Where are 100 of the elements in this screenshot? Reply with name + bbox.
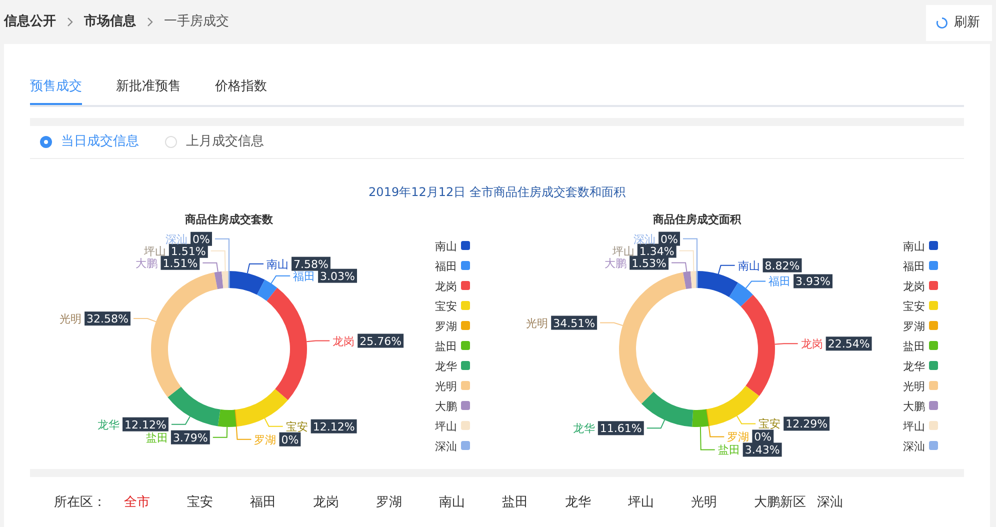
slice-label: 龙岗 — [800, 338, 823, 351]
value-label: 3.79% — [170, 430, 210, 444]
leader-line — [270, 275, 291, 284]
legend-swatch[interactable] — [461, 321, 470, 330]
legend-swatch[interactable] — [461, 441, 470, 450]
breadcrumb-item[interactable]: 市场信息 — [84, 13, 136, 31]
legend-label[interactable]: 深汕 — [435, 440, 457, 453]
value-label: 12.12% — [122, 417, 168, 432]
legend-label[interactable]: 宝安 — [903, 300, 925, 313]
leader-line — [718, 264, 736, 274]
leader-line — [133, 318, 156, 322]
refresh-button[interactable]: 刷新 — [926, 5, 992, 41]
legend-swatch[interactable] — [461, 381, 470, 390]
slice-label: 宝安 — [286, 420, 308, 434]
slice-label: 南山 — [738, 259, 760, 272]
legend-label[interactable]: 光明 — [435, 380, 457, 393]
legend-swatch[interactable] — [929, 301, 938, 310]
legend-label[interactable]: 罗湖 — [903, 320, 925, 333]
legend-label[interactable]: 南山 — [903, 240, 925, 253]
legend-label[interactable]: 坪山 — [903, 420, 925, 433]
legend-swatch[interactable] — [461, 241, 470, 250]
legend-swatch[interactable] — [461, 401, 470, 410]
district-option[interactable]: 大鹏新区 — [754, 494, 817, 512]
legend-label[interactable]: 龙华 — [435, 360, 457, 373]
legend-label[interactable]: 罗湖 — [435, 320, 457, 333]
legend-swatch[interactable] — [461, 421, 470, 430]
slice-label: 坪山 — [144, 244, 166, 258]
district-option[interactable]: 坪山 — [628, 494, 691, 512]
leader-line — [774, 343, 798, 345]
legend-label[interactable]: 大鹏 — [435, 400, 457, 413]
legend-swatch[interactable] — [461, 301, 470, 310]
leader-line — [600, 322, 624, 326]
legend-swatch[interactable] — [929, 321, 938, 330]
legend-swatch[interactable] — [929, 241, 938, 250]
legend-label[interactable]: 龙岗 — [903, 280, 925, 293]
value-label: 8.82% — [762, 258, 802, 272]
chart-title: 商品住房成交面积 — [653, 213, 741, 226]
slice-label: 南山 — [266, 258, 289, 271]
legend-swatch[interactable] — [461, 261, 470, 270]
leader-line — [736, 415, 756, 424]
legend-swatch[interactable] — [929, 261, 938, 270]
legend-label[interactable]: 光明 — [903, 380, 925, 393]
district-option[interactable]: 光明 — [691, 494, 754, 512]
breadcrumb-item[interactable]: 信息公开 — [4, 13, 56, 31]
value-label: 34.51% — [551, 316, 598, 330]
leader-line — [745, 280, 766, 289]
legend-label[interactable]: 深汕 — [903, 440, 925, 453]
legend-label[interactable]: 宝安 — [435, 300, 457, 313]
legend-label[interactable]: 坪山 — [435, 420, 457, 433]
legend-swatch[interactable] — [929, 421, 938, 430]
slice-label: 龙华 — [98, 418, 120, 432]
value-label: 22.54% — [826, 336, 872, 351]
district-option[interactable]: 宝安 — [187, 494, 250, 512]
value-label: 32.58% — [84, 312, 130, 326]
legend-label[interactable]: 南山 — [435, 240, 457, 253]
district-option[interactable]: 盐田 — [502, 494, 565, 512]
slice-label: 坪山 — [612, 244, 634, 258]
legend-swatch[interactable] — [461, 281, 470, 290]
district-option[interactable]: 南山 — [439, 494, 502, 512]
district-option[interactable]: 深汕 — [817, 494, 880, 512]
value-label: 0% — [279, 432, 301, 446]
legend-label[interactable]: 盐田 — [435, 340, 457, 353]
legend-label[interactable]: 福田 — [903, 260, 925, 273]
legend-swatch[interactable] — [929, 281, 938, 290]
slice-label: 罗湖 — [727, 430, 750, 444]
chart-title: 商品住房成交套数 — [185, 213, 273, 226]
district-option[interactable]: 全市 — [124, 494, 187, 512]
legend-label[interactable]: 福田 — [435, 260, 457, 273]
leader-line — [306, 340, 330, 342]
legend-label[interactable]: 龙岗 — [435, 280, 457, 293]
filter-label: 所在区： — [54, 494, 106, 512]
slice-label: 宝安 — [758, 418, 781, 431]
chevron-icon — [66, 17, 74, 27]
tab[interactable]: 价格指数 — [215, 78, 267, 105]
leader-line — [236, 426, 252, 440]
legend-swatch[interactable] — [929, 341, 938, 350]
value-label: 1.51% — [168, 244, 208, 258]
tab[interactable]: 新批准预售 — [116, 78, 181, 105]
district-option[interactable]: 龙岗 — [313, 494, 376, 512]
legend-swatch[interactable] — [461, 341, 470, 350]
legend-label[interactable]: 盐田 — [903, 340, 925, 353]
legend-swatch[interactable] — [929, 441, 938, 450]
legend-swatch[interactable] — [929, 361, 938, 370]
legend-swatch[interactable] — [929, 401, 938, 410]
value-label: 0% — [752, 430, 774, 444]
slice-label: 大鹏 — [136, 256, 158, 270]
breadcrumb-item: 一手房成交 — [164, 13, 229, 31]
slice-label: 罗湖 — [254, 433, 276, 446]
radio-option[interactable]: 上月成交信息 — [165, 133, 264, 151]
district-option[interactable]: 福田 — [250, 494, 313, 512]
value-label: 12.12% — [310, 419, 357, 434]
value-label: 1.34% — [637, 244, 676, 258]
legend-swatch[interactable] — [461, 361, 470, 370]
district-option[interactable]: 罗湖 — [376, 494, 439, 512]
district-option[interactable]: 龙华 — [565, 494, 628, 512]
radio-button[interactable] — [40, 136, 52, 148]
slice-label: 深汕 — [634, 232, 656, 246]
legend-label[interactable]: 龙华 — [903, 360, 925, 373]
legend-label[interactable]: 大鹏 — [903, 400, 925, 413]
legend-swatch[interactable] — [929, 381, 938, 390]
